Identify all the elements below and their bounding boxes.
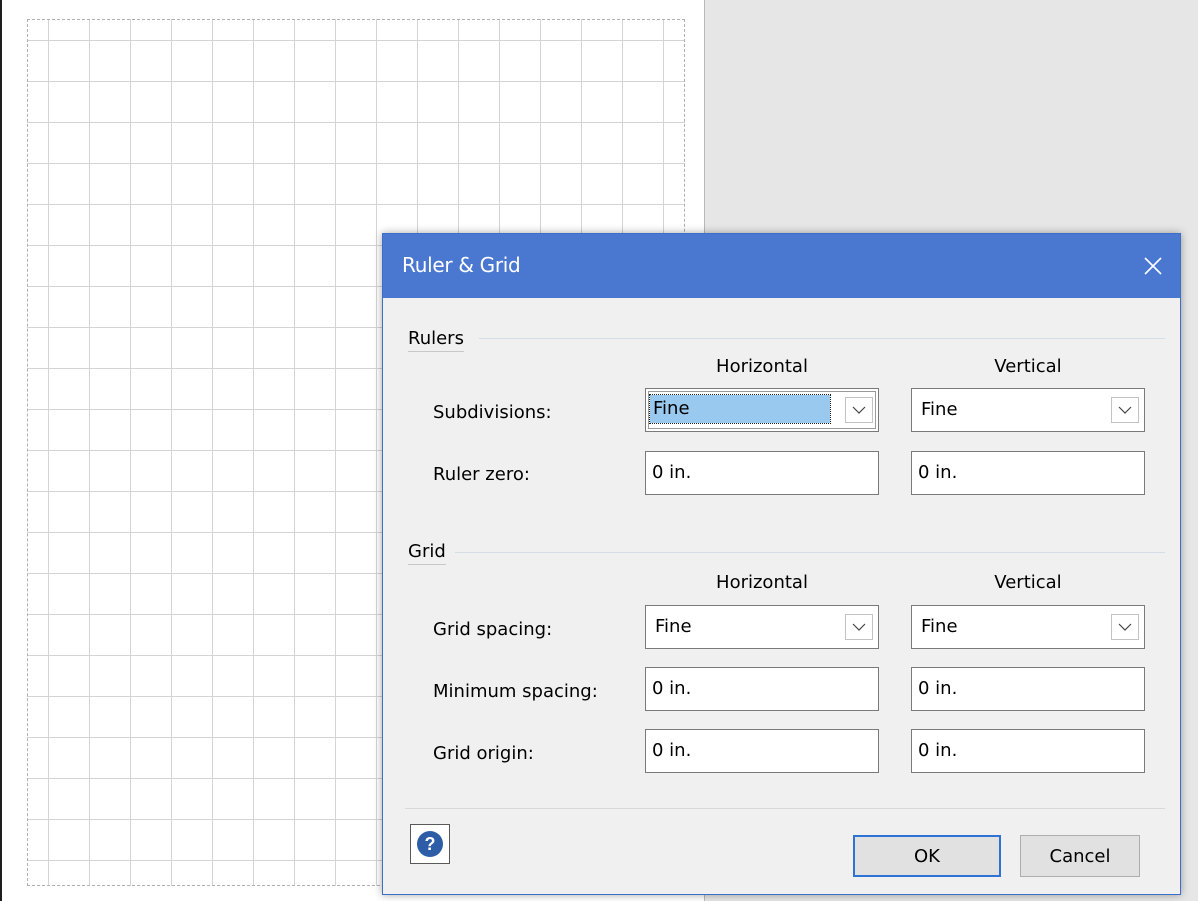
svg-text:?: ?	[425, 834, 436, 854]
subdivisions-label: Subdivisions:	[433, 402, 552, 423]
grid-spacing-horizontal-dropdown[interactable]: Fine	[645, 605, 879, 649]
ruler-zero-vertical-field[interactable]: 0 in.	[911, 451, 1145, 495]
grid-section-label: Grid	[408, 541, 446, 565]
minimum-spacing-vertical-value: 0 in.	[918, 678, 958, 699]
subdivisions-horizontal-value: Fine	[649, 394, 831, 424]
grid-origin-horizontal-value: 0 in.	[652, 740, 692, 761]
minimum-spacing-label: Minimum spacing:	[433, 681, 598, 702]
minimum-spacing-horizontal-field[interactable]: 0 in.	[645, 667, 879, 711]
ruler-zero-horizontal-field[interactable]: 0 in.	[645, 451, 879, 495]
dialog-titlebar[interactable]: Ruler & Grid	[383, 234, 1180, 298]
grid-spacing-vertical-dropdown[interactable]: Fine	[911, 605, 1145, 649]
ruler-grid-dialog: Ruler & Grid Rulers Horizontal Vertical …	[382, 233, 1181, 895]
ruler-zero-vertical-value: 0 in.	[918, 462, 958, 483]
ruler-zero-horizontal-value: 0 in.	[652, 462, 692, 483]
rulers-vertical-header: Vertical	[994, 356, 1062, 377]
minimum-spacing-horizontal-value: 0 in.	[652, 678, 692, 699]
footer-divider	[405, 808, 1165, 809]
dialog-title: Ruler & Grid	[402, 253, 521, 277]
grid-origin-vertical-field[interactable]: 0 in.	[911, 729, 1145, 773]
rulers-horizontal-header: Horizontal	[716, 356, 808, 377]
subdivisions-vertical-value: Fine	[921, 399, 958, 420]
grid-horizontal-header: Horizontal	[716, 572, 808, 593]
grid-origin-horizontal-field[interactable]: 0 in.	[645, 729, 879, 773]
subdivisions-vertical-dropdown[interactable]: Fine	[911, 388, 1145, 432]
chevron-down-icon[interactable]	[1111, 397, 1139, 423]
grid-divider	[455, 552, 1165, 553]
cancel-button[interactable]: Cancel	[1020, 835, 1140, 877]
help-icon: ?	[417, 831, 443, 857]
chevron-down-icon[interactable]	[1111, 614, 1139, 640]
ruler-zero-label: Ruler zero:	[433, 464, 530, 485]
grid-origin-label: Grid origin:	[433, 743, 534, 764]
chevron-down-icon[interactable]	[845, 397, 873, 423]
grid-spacing-vertical-value: Fine	[921, 616, 958, 637]
rulers-section-label: Rulers	[408, 328, 464, 352]
subdivisions-horizontal-dropdown[interactable]: Fine	[645, 388, 879, 432]
help-button[interactable]: ?	[410, 824, 450, 864]
minimum-spacing-vertical-field[interactable]: 0 in.	[911, 667, 1145, 711]
close-button[interactable]	[1126, 234, 1180, 298]
ok-button[interactable]: OK	[853, 835, 1001, 877]
grid-vertical-header: Vertical	[994, 572, 1062, 593]
grid-origin-vertical-value: 0 in.	[918, 740, 958, 761]
grid-spacing-label: Grid spacing:	[433, 619, 553, 640]
close-icon	[1144, 257, 1162, 275]
grid-spacing-horizontal-value: Fine	[655, 616, 692, 637]
chevron-down-icon[interactable]	[845, 614, 873, 640]
rulers-divider	[479, 338, 1165, 339]
